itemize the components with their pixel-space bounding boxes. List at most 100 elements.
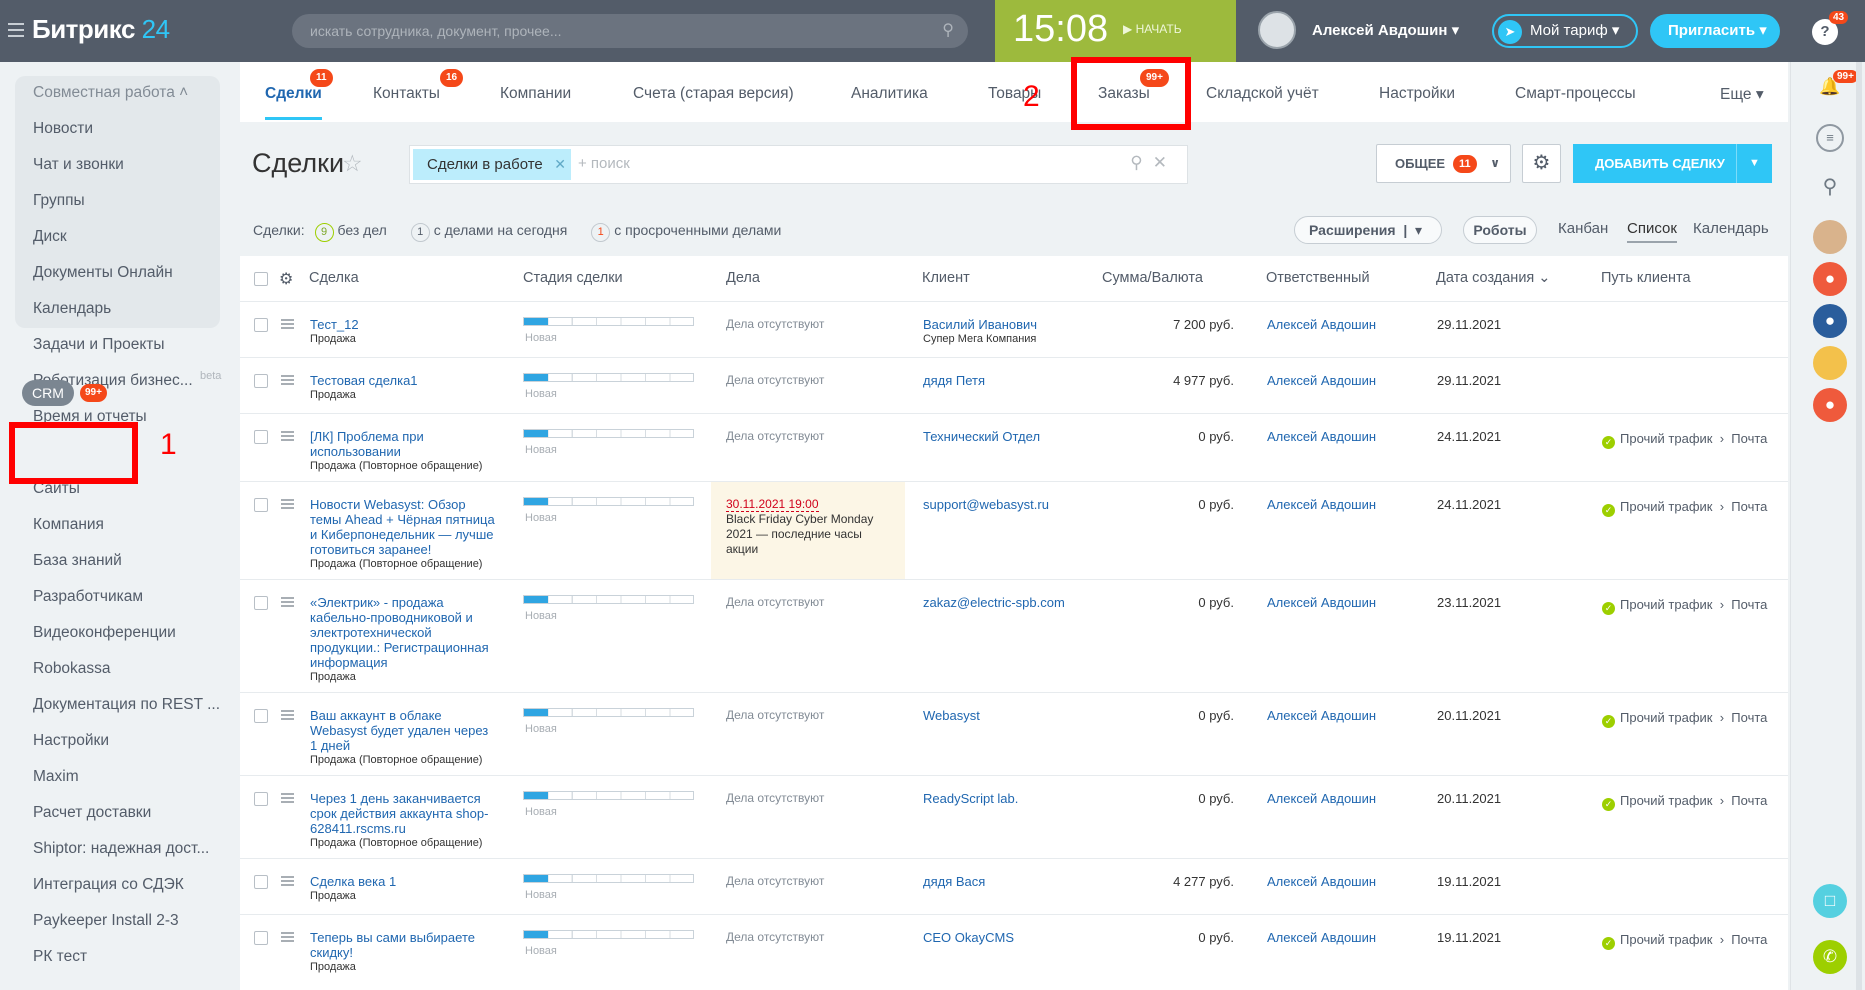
client-link[interactable]: CEO OkayCMS xyxy=(923,930,1014,945)
logo[interactable]: Битрикс 24 xyxy=(32,14,170,45)
remove-filter-icon[interactable]: ✕ xyxy=(554,149,566,180)
client-link[interactable]: дядя Вася xyxy=(923,874,985,889)
hamburger-menu-icon[interactable] xyxy=(8,23,24,37)
row-checkbox[interactable] xyxy=(254,318,268,332)
customer-path[interactable]: ✓ Прочий трафик › Почта xyxy=(1602,793,1767,811)
row-menu-icon[interactable] xyxy=(281,597,294,607)
row-menu-icon[interactable] xyxy=(281,499,294,509)
phone-call-icon[interactable]: ✆ xyxy=(1813,940,1847,974)
responsible-link[interactable]: Алексей Авдошин xyxy=(1267,373,1376,388)
tab-more[interactable]: Еще ▾ xyxy=(1720,85,1764,104)
tab-deals[interactable]: Сделки xyxy=(265,85,322,120)
counter-no-activities[interactable]: 9 xyxy=(314,223,334,242)
column-settings-gear-icon[interactable]: ⚙ xyxy=(279,269,293,289)
header-created[interactable]: Дата создания ⌄ xyxy=(1436,270,1550,286)
view-list[interactable]: Список xyxy=(1627,220,1677,243)
table-row[interactable]: Через 1 день заканчивается срок действия… xyxy=(240,775,1788,858)
deal-title[interactable]: [ЛК] Проблема при использовании xyxy=(310,429,495,459)
row-checkbox[interactable] xyxy=(254,792,268,806)
stage-progress-bar[interactable] xyxy=(523,429,694,438)
add-deal-button[interactable]: ДОБАВИТЬ СДЕЛКУ ▼ xyxy=(1573,144,1772,183)
sidebar-item-calendar[interactable]: Календарь xyxy=(33,300,111,318)
header-responsible[interactable]: Ответственный xyxy=(1266,270,1370,286)
sidebar-item-maxim[interactable]: Maxim xyxy=(33,768,79,786)
customer-path[interactable]: ✓ Прочий трафик › Почта xyxy=(1602,597,1767,615)
group-chat-icon[interactable]: ● xyxy=(1813,304,1847,338)
responsible-link[interactable]: Алексей Авдошин xyxy=(1267,429,1376,444)
right-scrollbar[interactable] xyxy=(1856,62,1862,990)
responsible-link[interactable]: Алексей Авдошин xyxy=(1267,791,1376,806)
tab-settings[interactable]: Настройки xyxy=(1379,85,1455,103)
stage-progress-bar[interactable] xyxy=(523,595,694,604)
sidebar-item-developers[interactable]: Разработчикам xyxy=(33,588,143,606)
filter-search-input[interactable]: + поиск xyxy=(578,155,630,172)
stage-progress-bar[interactable] xyxy=(523,874,694,883)
sidebar-item-groups[interactable]: Группы xyxy=(33,192,85,210)
favorite-star-icon[interactable]: ☆ xyxy=(342,150,363,177)
client-link[interactable]: Технический Отдел xyxy=(923,429,1040,444)
stage-progress-bar[interactable] xyxy=(523,497,694,506)
sidebar-item-cdek[interactable]: Интеграция со СДЭК xyxy=(33,876,184,894)
header-activities[interactable]: Дела xyxy=(726,270,760,286)
sidebar-item-docs-online[interactable]: Документы Онлайн xyxy=(33,264,173,282)
responsible-link[interactable]: Алексей Авдошин xyxy=(1267,497,1376,512)
sidebar-item-company[interactable]: Компания xyxy=(33,516,104,534)
sidebar-item-disk[interactable]: Диск xyxy=(33,228,67,246)
sidebar-item-tasks[interactable]: Задачи и Проекты xyxy=(33,336,165,354)
global-search-input[interactable]: искать сотрудника, документ, прочее... ⚲ xyxy=(292,14,968,48)
extensions-button[interactable]: Расширения | ▾ xyxy=(1294,216,1442,244)
customer-path[interactable]: ✓ Прочий трафик › Почта xyxy=(1602,499,1767,517)
stage-progress-bar[interactable] xyxy=(523,373,694,382)
sidebar-item-video-conf[interactable]: Видеоконференции xyxy=(33,624,176,642)
sidebar-item-shiptor[interactable]: Shiptor: надежная дост... xyxy=(33,840,209,858)
client-link[interactable]: Webasyst xyxy=(923,708,980,723)
add-deal-dropdown-icon[interactable]: ▼ xyxy=(1736,144,1772,183)
row-checkbox[interactable] xyxy=(254,374,268,388)
responsible-link[interactable]: Алексей Авдошин xyxy=(1267,317,1376,332)
header-stage[interactable]: Стадия сделки xyxy=(523,270,623,286)
avatar[interactable] xyxy=(1258,11,1296,49)
table-row[interactable]: Новости Webasyst: Обзор темы Ahead + Чёр… xyxy=(240,481,1788,579)
search-icon[interactable]: ⚲ xyxy=(1813,170,1847,204)
header-sum[interactable]: Сумма/Валюта xyxy=(1102,270,1203,286)
row-menu-icon[interactable] xyxy=(281,876,294,886)
client-link[interactable]: Василий Иванович xyxy=(923,317,1037,332)
view-kanban[interactable]: Канбан xyxy=(1558,220,1608,237)
deal-title[interactable]: «Электрик» - продажа кабельно-проводнико… xyxy=(310,595,495,670)
sidebar-item-knowledge-base[interactable]: База знаний xyxy=(33,552,122,570)
sidebar-item-robokassa[interactable]: Robokassa xyxy=(33,660,111,678)
table-row[interactable]: «Электрик» - продажа кабельно-проводнико… xyxy=(240,579,1788,692)
avatar[interactable] xyxy=(1813,220,1847,254)
sidebar-item-delivery-calc[interactable]: Расчет доставки xyxy=(33,804,151,822)
deal-title[interactable]: Теперь вы сами выбираете скидку! xyxy=(310,930,495,960)
row-checkbox[interactable] xyxy=(254,498,268,512)
tab-smart-processes[interactable]: Смарт-процессы xyxy=(1515,85,1636,103)
row-menu-icon[interactable] xyxy=(281,932,294,942)
avatar[interactable]: ● xyxy=(1813,388,1847,422)
activity-deadline[interactable]: 30.11.2021 19:00 xyxy=(726,497,819,512)
table-row[interactable]: Теперь вы сами выбираете скидку! Продажа … xyxy=(240,914,1788,990)
table-row[interactable]: Ваш аккаунт в облаке Webasyst будет удал… xyxy=(240,692,1788,775)
sidebar-item-rest-docs[interactable]: Документация по REST ... xyxy=(33,696,220,714)
deal-title[interactable]: Тест_12 xyxy=(310,317,495,332)
table-row[interactable]: [ЛК] Проблема при использовании Продажа (… xyxy=(240,413,1788,481)
deal-title[interactable]: Через 1 день заканчивается срок действия… xyxy=(310,791,495,836)
start-workday-button[interactable]: ▶ НАЧАТЬ xyxy=(1123,22,1182,36)
row-menu-icon[interactable] xyxy=(281,710,294,720)
device-icon[interactable]: □ xyxy=(1813,884,1847,918)
sidebar-item-news[interactable]: Новости xyxy=(33,120,93,138)
stage-progress-bar[interactable] xyxy=(523,317,694,326)
select-all-checkbox[interactable] xyxy=(254,272,268,286)
responsible-link[interactable]: Алексей Авдошин xyxy=(1267,874,1376,889)
client-link[interactable]: support@webasyst.ru xyxy=(923,497,1049,512)
stage-progress-bar[interactable] xyxy=(523,708,694,717)
robots-button[interactable]: Роботы xyxy=(1463,216,1537,244)
filter-search-field[interactable]: Сделки в работе ✕ + поиск ⚲ ✕ xyxy=(409,145,1188,184)
search-icon[interactable]: ⚲ xyxy=(1130,153,1152,172)
deal-title[interactable]: Ваш аккаунт в облаке Webasyst будет удал… xyxy=(310,708,495,753)
counter-today[interactable]: 1 xyxy=(410,223,430,242)
filter-chip-deals-in-work[interactable]: Сделки в работе ✕ xyxy=(413,149,571,180)
activity-subject[interactable]: Black Friday Cyber Monday 2021 — последн… xyxy=(726,512,876,557)
table-row[interactable]: Сделка века 1 Продажа Новая Дела отсутств… xyxy=(240,858,1788,914)
sidebar-item-chat[interactable]: Чат и звонки xyxy=(33,156,124,174)
